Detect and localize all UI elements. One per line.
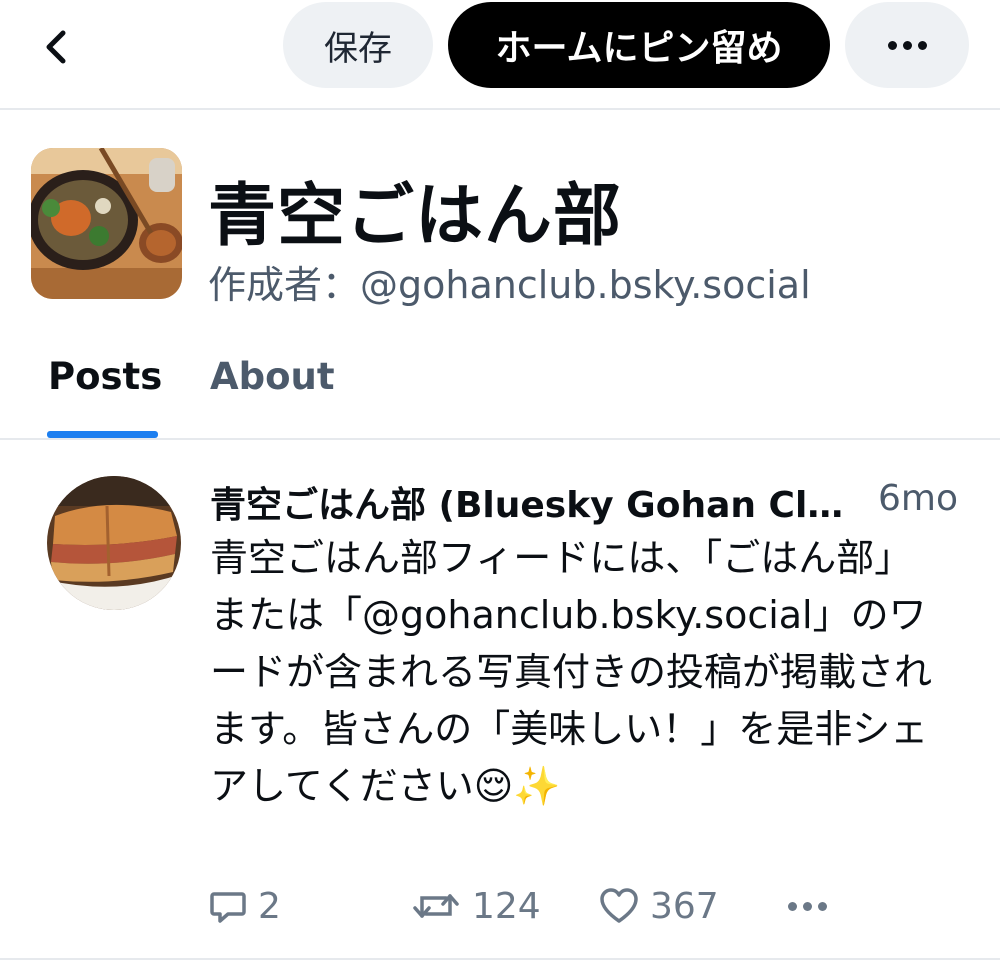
reply-button[interactable]: 2 (208, 882, 281, 930)
tab-posts[interactable]: Posts (48, 355, 162, 405)
pin-to-home-button[interactable]: ホームにピン留め (448, 2, 830, 88)
back-button[interactable] (22, 12, 92, 82)
repost-count: 124 (472, 885, 541, 927)
post-timestamp[interactable]: 6mo (878, 478, 958, 528)
speech-bubble-icon (210, 892, 246, 923)
chevron-left-icon (46, 30, 66, 64)
reply-count: 2 (258, 885, 281, 927)
active-tab-indicator (47, 431, 158, 438)
tab-about[interactable]: About (210, 355, 335, 405)
creator-handle[interactable]: @gohanclub.bsky.social (360, 263, 811, 307)
post-more-button[interactable] (788, 882, 827, 930)
feed-creator: 作成者：@gohanclub.bsky.social (208, 254, 811, 307)
divider (0, 958, 1000, 960)
divider (0, 438, 1000, 440)
post-author-name[interactable]: 青空ごはん部 (Bluesky Gohan Cl… (210, 476, 860, 526)
ellipsis-icon (887, 40, 927, 50)
repost-button[interactable]: 124 (410, 882, 541, 930)
feed-avatar (31, 148, 182, 299)
like-button[interactable]: 367 (598, 882, 719, 930)
feed-title: 青空ごはん部 (208, 177, 623, 256)
post-author-avatar[interactable] (47, 476, 181, 610)
like-count: 367 (650, 885, 719, 927)
creator-prefix: 作成者： (208, 263, 361, 307)
top-bar: 保存 ホームにピン留め (0, 0, 1000, 110)
ellipsis-icon (788, 901, 827, 911)
more-options-button[interactable] (845, 2, 969, 88)
repost-arrows-icon (413, 894, 459, 918)
post-text: 青空ごはん部フィードには、「ごはん部」または「@gohanclub.bsky.s… (210, 536, 933, 808)
heart-icon (600, 888, 638, 923)
save-button[interactable]: 保存 (283, 2, 433, 88)
